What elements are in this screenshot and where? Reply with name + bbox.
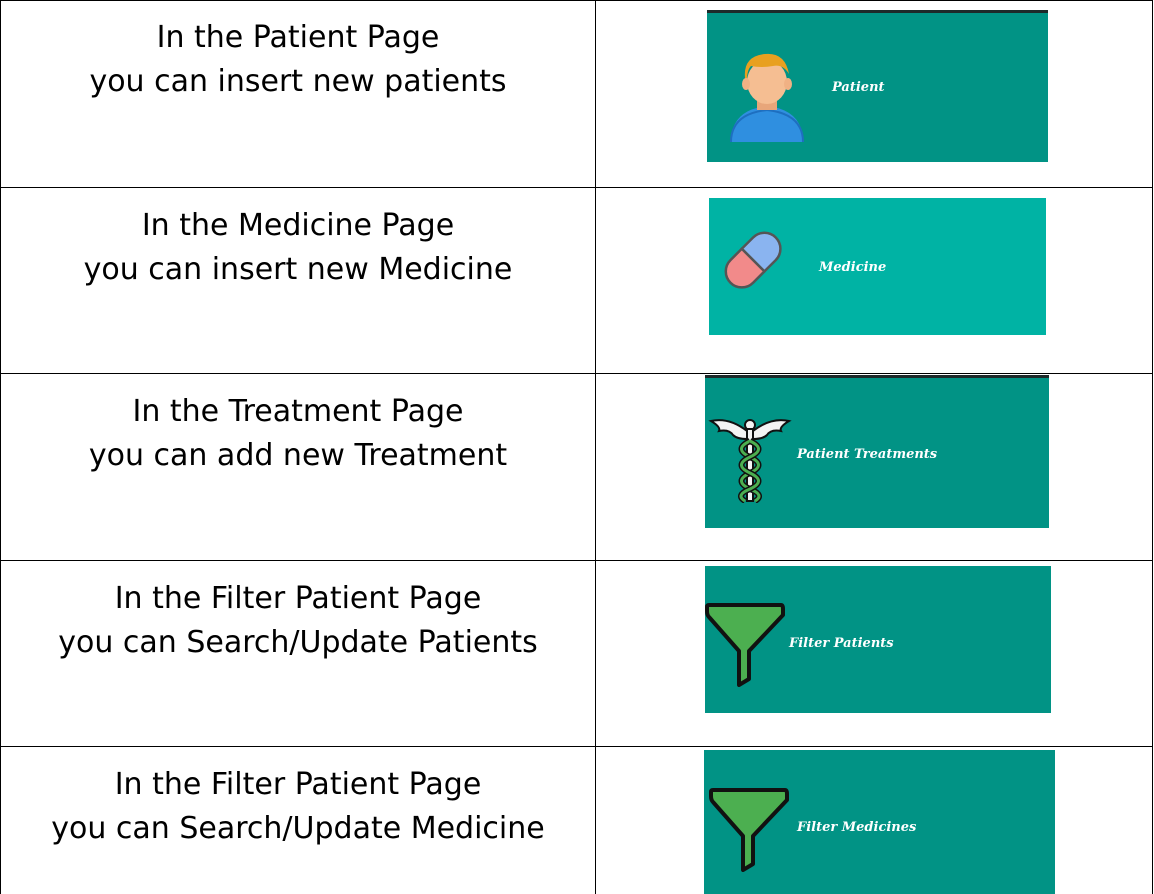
row-description-line1: In the Filter Patient Page bbox=[114, 767, 482, 802]
row-divider bbox=[0, 187, 1153, 188]
treatment-nav-button[interactable]: Patient Treatments bbox=[705, 375, 1049, 528]
row-description: In the Filter Patient Page you can Searc… bbox=[1, 577, 595, 665]
row-description-line1: In the Filter Patient Page bbox=[114, 581, 482, 616]
funnel-icon bbox=[709, 788, 789, 872]
card-top-border bbox=[705, 375, 1049, 378]
row-description-line2: you can insert new Medicine bbox=[83, 252, 513, 287]
table-column-divider bbox=[595, 0, 596, 894]
caduceus-icon bbox=[708, 419, 792, 503]
row-divider bbox=[0, 560, 1153, 561]
filter-medicines-button-label: Filter Medicines bbox=[797, 820, 917, 835]
row-description-line1: In the Medicine Page bbox=[141, 208, 455, 243]
patient-nav-button[interactable]: Patient bbox=[707, 10, 1048, 162]
card-top-border bbox=[707, 10, 1048, 13]
row-description-line2: you can add new Treatment bbox=[88, 438, 508, 473]
row-description-line1: In the Patient Page bbox=[156, 20, 440, 55]
filter-patients-button-label: Filter Patients bbox=[789, 636, 894, 651]
row-description: In the Patient Page you can insert new p… bbox=[1, 16, 595, 104]
row-divider bbox=[0, 373, 1153, 374]
medicine-nav-button[interactable]: Medicine bbox=[709, 198, 1046, 335]
filter-medicines-nav-button[interactable]: Filter Medicines bbox=[704, 750, 1055, 894]
row-description-line2: you can insert new patients bbox=[89, 64, 507, 99]
filter-patients-nav-button[interactable]: Filter Patients bbox=[705, 566, 1051, 713]
pill-icon bbox=[724, 231, 782, 289]
row-description-line1: In the Treatment Page bbox=[132, 394, 464, 429]
row-description: In the Treatment Page you can add new Tr… bbox=[1, 390, 595, 478]
person-icon bbox=[730, 53, 804, 142]
row-divider bbox=[0, 746, 1153, 747]
table-border-right bbox=[1152, 0, 1153, 894]
funnel-icon bbox=[705, 603, 785, 687]
medicine-button-label: Medicine bbox=[819, 260, 887, 275]
treatment-button-label: Patient Treatments bbox=[797, 447, 938, 462]
row-description: In the Medicine Page you can insert new … bbox=[1, 204, 595, 292]
row-description-line2: you can Search/Update Patients bbox=[58, 625, 538, 660]
table-border-top bbox=[0, 0, 1153, 1]
patient-button-label: Patient bbox=[832, 80, 885, 95]
row-description: In the Filter Patient Page you can Searc… bbox=[1, 763, 595, 851]
row-description-line2: you can Search/Update Medicine bbox=[51, 811, 545, 846]
